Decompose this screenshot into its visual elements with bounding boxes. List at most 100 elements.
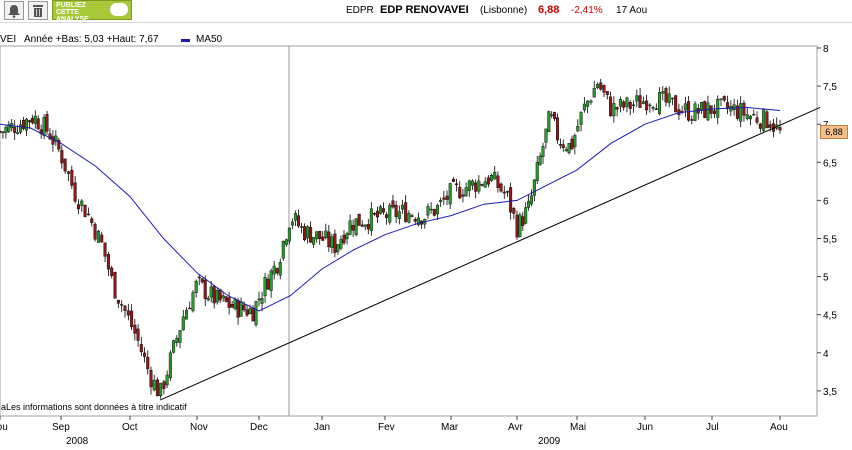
candle-body: [439, 199, 443, 203]
x-year-label: 2008: [66, 436, 89, 447]
candle-body: [618, 99, 622, 107]
candle-body: [242, 304, 246, 311]
candle-body: [499, 183, 503, 192]
candle-body: [19, 124, 23, 133]
candle-body: [426, 206, 430, 216]
candle: [93, 222, 97, 242]
candle-body: [732, 104, 736, 110]
candle: [191, 289, 195, 313]
candle: [765, 109, 769, 129]
candle-body: [345, 233, 349, 240]
candle-body: [269, 270, 273, 291]
candle-body: [397, 211, 401, 219]
candle-body: [321, 236, 325, 241]
candle-body: [570, 138, 574, 150]
y-tick-label: 7,5: [823, 82, 837, 93]
candle-body: [670, 97, 674, 100]
candle-body: [470, 180, 474, 186]
candle: [674, 94, 678, 113]
candle-body: [293, 213, 297, 221]
candle-body: [139, 344, 143, 353]
candle-body: [172, 340, 176, 353]
candle-body: [435, 205, 439, 215]
candle-body: [535, 162, 539, 181]
candle: [168, 350, 172, 382]
disclaimer-text: aLes informations sont données à titre i…: [1, 402, 187, 412]
y-tick-label: 3,5: [823, 387, 837, 398]
candle-body: [483, 181, 487, 188]
candle-body: [712, 110, 716, 115]
candle-body: [303, 226, 307, 241]
candle-body: [33, 115, 37, 124]
candle-body: [300, 226, 304, 228]
candle: [432, 208, 436, 217]
candle-body: [224, 296, 228, 302]
x-tick-label: Aou: [770, 422, 788, 433]
candle-body: [130, 310, 134, 328]
candle-body: [480, 184, 484, 186]
candle-body: [745, 114, 749, 119]
candle-body: [638, 95, 642, 108]
candle-body: [458, 186, 462, 199]
candle-body: [700, 102, 704, 111]
candle: [96, 229, 100, 243]
candle-body: [467, 180, 471, 191]
candle-body: [27, 120, 31, 123]
candle-body: [260, 298, 264, 304]
candle: [357, 213, 361, 226]
candle-body: [212, 285, 216, 304]
x-tick-label: Jul: [706, 422, 719, 433]
candle: [388, 202, 392, 225]
candle-body: [348, 220, 352, 235]
y-tick-label: 6,5: [823, 158, 837, 169]
candle-body: [103, 242, 107, 257]
candle-body: [333, 233, 337, 253]
candle-body: [290, 221, 294, 226]
candle-body: [635, 95, 639, 102]
candle: [555, 113, 559, 144]
y-tick-label: 8: [823, 44, 829, 55]
candle-body: [388, 204, 392, 223]
candle-body: [239, 301, 243, 317]
candle-body: [312, 237, 316, 245]
candle-body: [385, 214, 389, 218]
candle-body: [564, 149, 568, 151]
candle-body: [661, 91, 665, 94]
y-tick-label: 4,5: [823, 311, 837, 322]
candle-body: [612, 103, 616, 117]
candle-body: [194, 280, 198, 293]
x-tick-label: Avr: [508, 422, 523, 433]
candle-body: [159, 382, 163, 397]
candle: [518, 212, 522, 238]
candle-body: [296, 215, 300, 227]
candle-body: [188, 307, 192, 310]
candle-body: [502, 191, 506, 194]
candle-body: [448, 183, 452, 205]
candle-body: [336, 244, 340, 252]
candle-body: [354, 218, 358, 236]
candle-body: [360, 224, 364, 227]
candle-body: [515, 214, 519, 238]
candle-body: [622, 101, 626, 108]
candle-body: [561, 144, 565, 148]
x-tick-label: Aou: [0, 422, 8, 433]
y-tick-label: 5,5: [823, 235, 837, 246]
candle-body: [351, 225, 355, 231]
candle-body: [339, 239, 343, 249]
candle-body: [42, 117, 46, 136]
candle-body: [524, 207, 528, 224]
candle-body: [654, 108, 658, 110]
candle-body: [197, 276, 201, 279]
candle-body: [162, 381, 166, 389]
candle-body: [586, 100, 590, 107]
candle-body: [342, 234, 346, 244]
candle-body: [547, 111, 551, 133]
candle-body: [155, 379, 159, 397]
candle-body: [200, 278, 204, 283]
x-tick-label: Sep: [52, 422, 70, 433]
candle-body: [432, 209, 436, 216]
x-tick-label: Jun: [637, 422, 653, 433]
plot-frame: [0, 45, 818, 417]
candle-body: [455, 183, 459, 185]
candle-body: [742, 102, 746, 116]
